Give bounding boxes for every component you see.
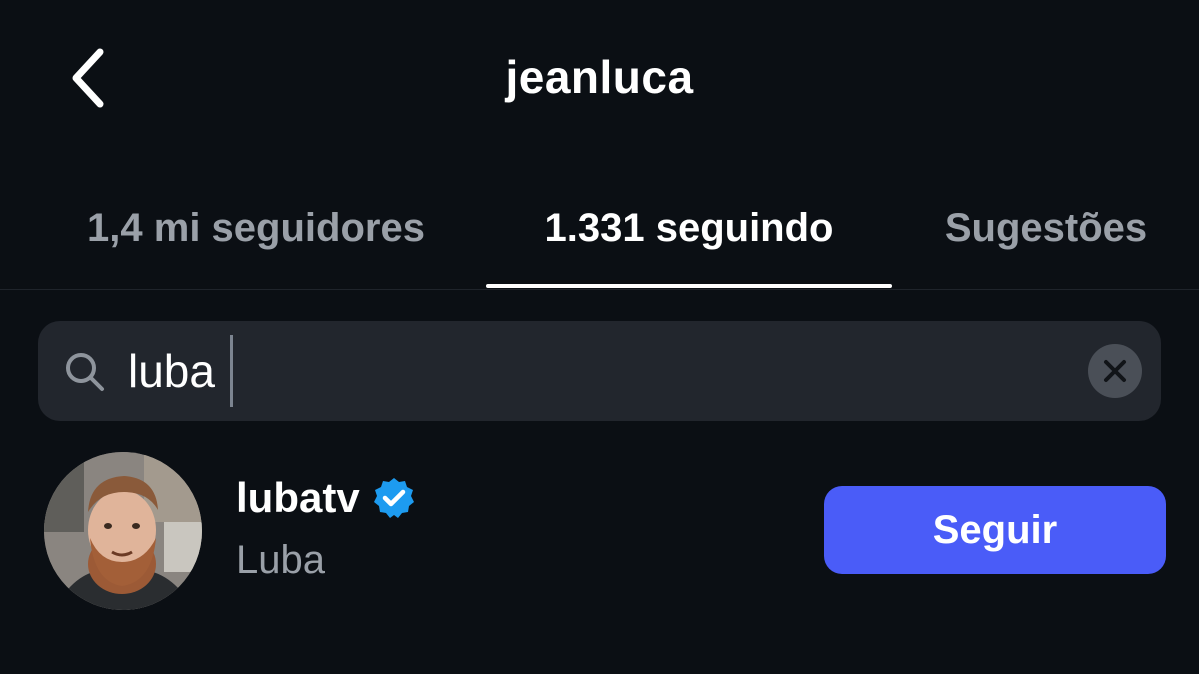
- clear-icon: [1104, 360, 1126, 382]
- tabs-divider: [0, 289, 1199, 290]
- header: jeanluca: [0, 0, 1199, 160]
- search-input[interactable]: [128, 333, 1048, 409]
- active-tab-indicator: [486, 284, 892, 288]
- search-icon: [66, 353, 104, 391]
- following-screen: jeanluca 1,4 mi seguidores 1.331 seguind…: [0, 0, 1199, 674]
- verified-badge-icon: [373, 478, 414, 518]
- avatar-image: [44, 452, 202, 610]
- text-cursor: [230, 335, 233, 407]
- username: lubatv: [236, 474, 360, 521]
- tab-bar: 1,4 mi seguidores 1.331 seguindo Sugestõ…: [0, 190, 1199, 290]
- follow-button[interactable]: Seguir: [824, 486, 1166, 574]
- clear-search-button[interactable]: [1088, 344, 1142, 398]
- avatar[interactable]: [44, 452, 202, 610]
- tab-followers[interactable]: 1,4 mi seguidores: [46, 190, 466, 290]
- full-name: Luba: [236, 538, 325, 582]
- tab-suggestions[interactable]: Sugestões: [912, 190, 1180, 290]
- account-list-item[interactable]: lubatv Luba Seguir: [0, 440, 1199, 630]
- page-title: jeanluca: [505, 51, 694, 103]
- search-bar[interactable]: [38, 321, 1161, 421]
- tab-following[interactable]: 1.331 seguindo: [486, 190, 892, 290]
- username-line: lubatv: [236, 474, 416, 522]
